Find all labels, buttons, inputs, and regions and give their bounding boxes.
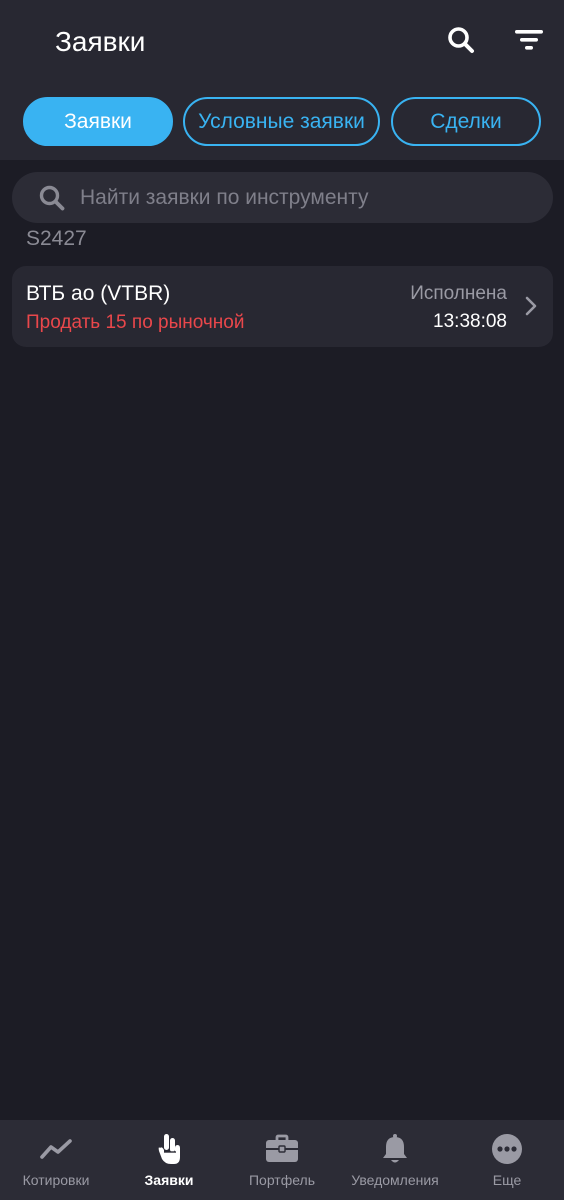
chart-line-icon <box>39 1132 73 1166</box>
nav-quotes-label: Котировки <box>22 1172 90 1188</box>
nav-orders-label: Заявки <box>144 1172 194 1188</box>
order-time: 13:38:08 <box>433 311 507 332</box>
nav-orders[interactable]: Заявки <box>113 1120 225 1200</box>
nav-portfolio[interactable]: Портфель <box>226 1120 338 1200</box>
briefcase-icon <box>265 1132 299 1166</box>
bottom-navigation: Котировки Заявки Портфель Уведомления Ещ… <box>0 1120 564 1200</box>
order-row[interactable]: ВТБ ао (VTBR) Продать 15 по рыночной Исп… <box>12 266 553 347</box>
nav-more-label: Еще <box>492 1172 522 1188</box>
more-dots-icon <box>490 1132 524 1166</box>
nav-portfolio-label: Портфель <box>248 1172 316 1188</box>
filter-icon[interactable] <box>511 22 547 58</box>
search-icon[interactable] <box>443 22 479 58</box>
account-label: S2427 <box>26 227 87 250</box>
nav-notifications-label: Уведомления <box>351 1172 439 1188</box>
order-tabs: Заявки Условные заявки Сделки <box>0 97 564 147</box>
hand-icon <box>152 1132 186 1166</box>
order-status: Исполнена <box>410 283 507 304</box>
nav-more[interactable]: Еще <box>451 1120 563 1200</box>
tab-orders[interactable]: Заявки <box>23 97 173 146</box>
tab-conditional-orders[interactable]: Условные заявки <box>183 97 380 146</box>
nav-quotes[interactable]: Котировки <box>0 1120 112 1200</box>
bell-icon <box>378 1132 412 1166</box>
search-bar <box>12 172 553 223</box>
page-title: Заявки <box>55 26 146 57</box>
search-input[interactable] <box>80 172 540 223</box>
search-field-icon <box>39 185 65 211</box>
app-header: Заявки Заявки Условные заявки Сделки <box>0 0 564 160</box>
order-action: Продать 15 по рыночной <box>26 312 245 333</box>
tab-deals[interactable]: Сделки <box>391 97 541 146</box>
order-instrument: ВТБ ао (VTBR) <box>26 282 171 305</box>
chevron-right-icon <box>525 296 537 316</box>
nav-notifications[interactable]: Уведомления <box>339 1120 451 1200</box>
